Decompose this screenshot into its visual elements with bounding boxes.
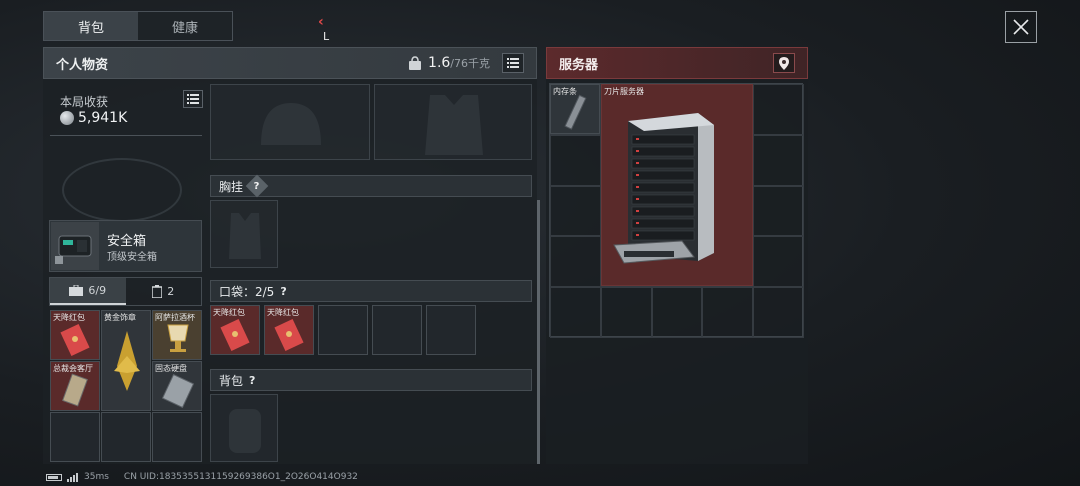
empty-slot[interactable] (50, 412, 100, 462)
list-item[interactable]: 总裁会客厅 (50, 361, 100, 411)
armor-slot[interactable] (374, 84, 532, 160)
list-icon (187, 94, 199, 104)
uid-text: CN UID:1835355131159269386O1_2O26O414O93… (123, 472, 358, 482)
grid-cell[interactable] (702, 287, 754, 338)
vest-count: 2 (167, 285, 175, 298)
safe-box-icon (51, 222, 99, 270)
pockets-header: 口袋：2/5 ? (210, 280, 532, 302)
earnings-label: 本局收获 (60, 95, 109, 109)
vest-icon (229, 213, 261, 259)
tab-backpack[interactable]: 背包 (44, 12, 138, 40)
empty-slot[interactable] (372, 305, 422, 355)
briefcase-icon (69, 285, 84, 296)
item-label: 黄金饰章 (104, 313, 136, 322)
list-item[interactable]: 天降红包 (50, 310, 100, 360)
list-item[interactable]: 黄金饰章 (101, 310, 151, 411)
weight-icon (409, 55, 422, 70)
grid-cell[interactable] (550, 185, 601, 237)
chest-rig-slot[interactable] (210, 200, 278, 268)
safe-box-name: 安全箱 (107, 234, 147, 249)
tab-vest-count[interactable]: 2 (126, 278, 202, 305)
top-tabs: 背包 健康 (43, 11, 233, 41)
faction-emblem (62, 158, 182, 222)
backpack-header: 背包 ? (210, 369, 532, 391)
gold-medal-icon (114, 331, 140, 391)
list-icon (507, 58, 519, 68)
personal-title: 个人物资 (56, 57, 109, 73)
blade-server-icon (613, 113, 714, 264)
empty-slot[interactable] (318, 305, 368, 355)
grid-cell[interactable] (753, 185, 804, 237)
grid-cell[interactable] (651, 287, 703, 338)
server-header: 服务器 (546, 47, 808, 79)
list-item[interactable]: 固态硬盘 (152, 361, 202, 411)
empty-slot[interactable] (426, 305, 476, 355)
grid-cell[interactable] (753, 236, 804, 288)
map-pin-icon (779, 56, 789, 70)
chest-rig-header: 胸挂 ? (210, 174, 532, 198)
location-button[interactable] (773, 53, 795, 73)
tab-backpack-count[interactable]: 6/9 (50, 278, 126, 305)
pockets-help-icon[interactable]: ? (280, 285, 286, 298)
list-item[interactable]: 阿萨拉酒杯 (152, 310, 202, 360)
list-item[interactable]: 天降红包 (264, 305, 314, 355)
item-label: 天降红包 (53, 313, 85, 322)
list-item[interactable]: 刀片服务器 (601, 84, 753, 286)
tab-health[interactable]: 健康 (138, 12, 232, 40)
item-label: 天降红包 (267, 308, 299, 317)
weight-indicator: 1.6/76千克 (408, 53, 524, 73)
helmet-slot[interactable] (210, 84, 370, 160)
grid-cell[interactable] (753, 84, 804, 135)
weight-current: 1.6 (428, 55, 451, 71)
server-title: 服务器 (559, 57, 599, 73)
backpack-slot[interactable] (210, 394, 278, 462)
empty-slot[interactable] (101, 412, 151, 462)
pocket-grid: 天降红包 天降红包 (210, 305, 478, 357)
chest-rig-label: 胸挂 (219, 179, 244, 194)
grid-cell[interactable] (753, 134, 804, 186)
earnings-value: 5,941K (78, 110, 128, 126)
item-label: 固态硬盘 (155, 364, 187, 373)
sort-button[interactable] (502, 53, 524, 73)
back-arrow-icon[interactable]: ‹ (318, 14, 324, 30)
vest-icon (152, 285, 163, 298)
backpack-grid: 天降红包 黄金饰章 阿萨拉酒杯 总裁会客厅 固态硬盘 (49, 309, 202, 462)
safe-box-subtitle: 顶级安全箱 (107, 252, 157, 263)
armor-icon (425, 95, 483, 155)
helmet-icon (261, 103, 321, 145)
weight-max: /76千克 (450, 57, 490, 70)
empty-slot[interactable] (152, 412, 202, 462)
help-icon[interactable]: ? (245, 174, 269, 198)
list-item[interactable]: 天降红包 (210, 305, 260, 355)
inventory-tabs: 6/9 2 (49, 277, 202, 306)
close-icon (1013, 19, 1029, 35)
personal-header: 个人物资 1.6/76千克 (43, 47, 537, 79)
signal-icon (67, 472, 78, 482)
close-button[interactable] (1005, 11, 1037, 43)
earnings-value-row: 5,941K (60, 110, 127, 126)
item-label: 阿萨拉酒杯 (155, 313, 195, 322)
grid-cell[interactable] (753, 287, 804, 338)
grid-cell[interactable] (600, 287, 652, 338)
hook-icon: ᒪ (323, 30, 330, 43)
item-label: 总裁会客厅 (53, 364, 93, 373)
backpack-help-icon[interactable]: ? (249, 374, 255, 387)
item-label: 天降红包 (213, 308, 245, 317)
coin-icon (60, 111, 74, 125)
earnings-detail-button[interactable] (183, 90, 203, 108)
backpack-count: 6/9 (88, 284, 107, 297)
grid-cell[interactable] (550, 287, 601, 338)
pockets-label: 口袋：2/5 (219, 284, 275, 299)
battery-icon (46, 473, 62, 481)
backpack-label: 背包 (219, 373, 244, 388)
scrollbar[interactable] (537, 200, 540, 464)
grid-cell[interactable] (550, 236, 601, 288)
grid-cell[interactable] (550, 134, 601, 186)
status-bar: 35ms CN UID:1835355131159269386O1_2O26O4… (46, 472, 358, 482)
backpack-icon (229, 409, 261, 453)
item-label: 内存条 (553, 87, 577, 96)
ping-value: 35ms (84, 472, 109, 482)
list-item[interactable]: 内存条 (550, 84, 600, 134)
